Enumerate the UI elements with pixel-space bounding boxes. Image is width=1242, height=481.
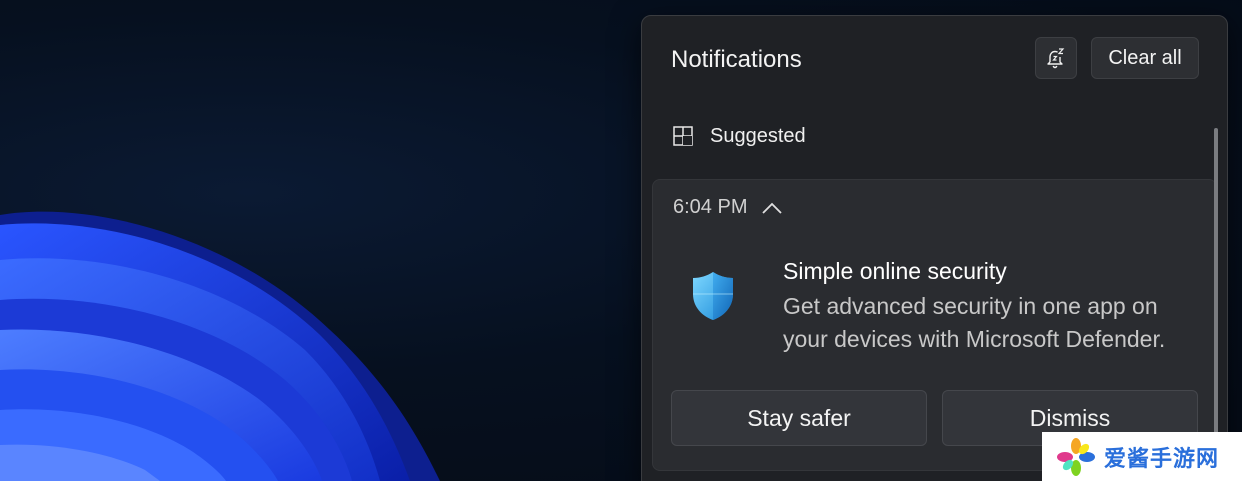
notification-group-header[interactable]: Suggested [672, 121, 806, 151]
notification-body: Get advanced security in one app on your… [783, 293, 1166, 352]
tips-app-icon [673, 126, 693, 146]
notification-time-row: 6:04 PM [673, 196, 783, 219]
clear-all-button[interactable]: Clear all [1091, 37, 1199, 79]
desktop-wallpaper [0, 0, 640, 481]
group-label: Suggested [710, 124, 806, 147]
notification-center-panel: Notifications Clear all Suggested 6:04 P… [641, 15, 1228, 481]
stay-safer-button[interactable]: Stay safer [671, 390, 927, 446]
defender-shield-icon [693, 272, 733, 320]
panel-title: Notifications [671, 46, 802, 73]
notification-time: 6:04 PM [673, 196, 748, 218]
chevron-up-icon[interactable] [761, 201, 783, 215]
watermark-text: 爱酱手游网 [1104, 446, 1220, 472]
notification-title: Simple online security [783, 258, 1007, 284]
notification-center-header: Notifications Clear all [642, 16, 1227, 106]
do-not-disturb-button[interactable] [1035, 37, 1077, 79]
panel-scrollbar[interactable] [1214, 128, 1218, 468]
notification-card[interactable]: 6:04 PM Simple online security Get advan… [652, 179, 1217, 471]
site-watermark: 爱酱手游网 [1042, 432, 1242, 481]
snooze-bell-icon [1047, 48, 1065, 69]
pinwheel-logo-icon [1057, 437, 1095, 476]
